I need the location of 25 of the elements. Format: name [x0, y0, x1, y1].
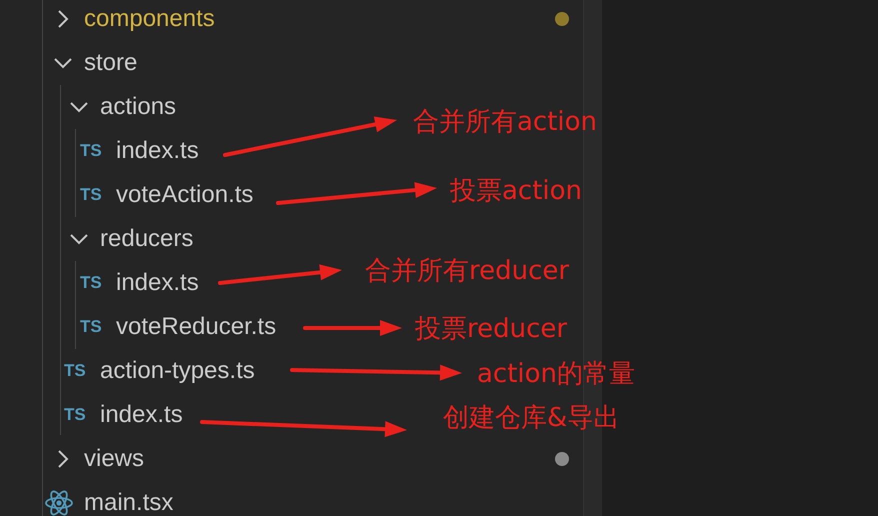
annotation-label: 投票action	[450, 175, 582, 208]
annotation-label: action的常量	[477, 358, 636, 391]
typescript-icon: TS	[64, 361, 86, 381]
file-name[interactable]: voteReducer.ts	[116, 313, 276, 341]
file-name[interactable]: index.ts	[116, 137, 199, 165]
annotation-label: 合并所有action	[413, 106, 598, 139]
folder-name[interactable]: store	[84, 49, 138, 77]
typescript-icon: TS	[80, 185, 102, 205]
atom-icon	[44, 489, 74, 516]
annotation-label: 创建仓库&导出	[443, 402, 620, 435]
folder-name[interactable]: reducers	[100, 225, 194, 253]
typescript-icon: TS	[80, 141, 102, 161]
folder-name[interactable]: views	[84, 445, 144, 473]
folder-name[interactable]: actions	[100, 93, 176, 121]
file-name[interactable]: main.tsx	[84, 489, 174, 516]
typescript-icon: TS	[80, 317, 102, 337]
annotation-label: 合并所有reducer	[365, 255, 570, 288]
typescript-icon: TS	[80, 273, 102, 293]
file-name[interactable]: index.ts	[100, 401, 183, 429]
file-name[interactable]: action-types.ts	[100, 357, 255, 385]
folder-name[interactable]: components	[84, 5, 215, 33]
file-name[interactable]: index.ts	[116, 269, 199, 297]
annotation-label: 投票reducer	[415, 313, 568, 346]
file-name[interactable]: voteAction.ts	[116, 181, 254, 209]
typescript-icon: TS	[64, 405, 86, 425]
